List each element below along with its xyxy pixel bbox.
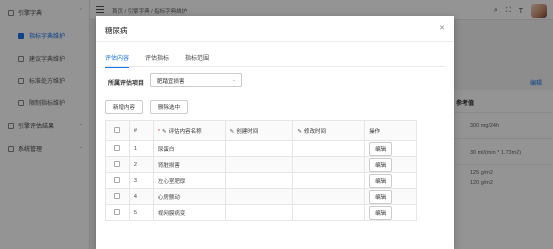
required-mark: *: [157, 128, 160, 135]
row-name[interactable]: 肾脏损害: [152, 156, 226, 173]
edit-button[interactable]: 编辑: [369, 173, 393, 188]
row-modified: [292, 172, 366, 189]
row-checkbox[interactable]: [114, 209, 121, 216]
row-action-cell: 编辑: [364, 188, 417, 205]
row-checkbox[interactable]: [114, 161, 121, 168]
col-modified-label: 修改时间: [304, 128, 327, 135]
row-created: [224, 156, 294, 173]
edit-button[interactable]: 编辑: [369, 157, 393, 172]
col-name[interactable]: * ✎ 评估内容名称: [152, 120, 226, 141]
dialog-header: 糖尿病 ✕: [96, 16, 454, 42]
row-modified: [292, 156, 366, 173]
select-value: 肥踏宜损害: [157, 79, 185, 85]
chevron-down-icon: ⌄: [231, 77, 236, 83]
row-action-cell: 编辑: [364, 140, 417, 157]
col-index: #: [128, 120, 154, 141]
filter-label: 所属评估项目: [108, 81, 145, 87]
row-select-cell: [105, 140, 130, 157]
row-select-cell: [105, 172, 130, 189]
row-modified: [292, 188, 366, 205]
row-name[interactable]: 视网膜病变: [152, 204, 226, 221]
add-content-button[interactable]: 新增内容: [105, 100, 143, 114]
row-checkbox[interactable]: [114, 177, 121, 184]
row-name[interactable]: 心房颤动: [152, 188, 226, 205]
row-select-cell: [105, 188, 130, 205]
row-select-cell: [105, 156, 130, 173]
table-row: 4 心房颤动 编辑: [105, 188, 417, 205]
edit-button[interactable]: 编辑: [369, 205, 393, 220]
row-index: 4: [128, 188, 154, 205]
delete-selected-button[interactable]: 删除选中: [150, 100, 188, 114]
row-created: [224, 188, 294, 205]
row-action-cell: 编辑: [364, 204, 417, 221]
row-index: 5: [128, 204, 154, 221]
eval-project-select[interactable]: 肥踏宜损害 ⌄: [150, 73, 242, 87]
row-index: 2: [128, 156, 154, 173]
row-select-cell: [105, 204, 130, 221]
col-name-label: 评估内容名称: [168, 128, 202, 135]
divider: [105, 66, 445, 67]
row-index: 3: [128, 172, 154, 189]
row-name[interactable]: 尿蛋白: [152, 140, 226, 157]
col-created-label: 创建时间: [236, 128, 259, 135]
content-table: # * ✎ 评估内容名称 ✎ 创建时间 ✎ 修改时间 操作 1 尿蛋白 编辑 2 肾脏损…: [105, 120, 417, 221]
col-modified[interactable]: ✎ 修改时间: [292, 120, 366, 141]
row-modified: [292, 204, 366, 221]
row-action-cell: 编辑: [364, 172, 417, 189]
table-header-row: # * ✎ 评估内容名称 ✎ 创建时间 ✎ 修改时间 操作: [105, 120, 417, 141]
row-index: 1: [128, 140, 154, 157]
row-action-cell: 编辑: [364, 156, 417, 173]
close-icon[interactable]: ✕: [439, 24, 445, 32]
dialog: 糖尿病 ✕ 评估内容 评估指标 指标范围 所属评估项目 肥踏宜损害 ⌄ 新增内容…: [96, 16, 454, 249]
row-checkbox[interactable]: [114, 145, 121, 152]
table-row: 5 视网膜病变 编辑: [105, 204, 417, 221]
row-modified: [292, 140, 366, 157]
select-all-cell: [105, 120, 130, 141]
edit-button[interactable]: 编辑: [369, 189, 393, 204]
dialog-title: 糖尿病: [105, 26, 128, 35]
select-all-checkbox[interactable]: [114, 127, 121, 134]
table-row: 2 肾脏损害 编辑: [105, 156, 417, 173]
row-created: [224, 140, 294, 157]
col-created[interactable]: ✎ 创建时间: [224, 120, 294, 141]
row-name[interactable]: 左心室肥厚: [152, 172, 226, 189]
edit-icon: ✎: [161, 128, 167, 135]
row-checkbox[interactable]: [114, 193, 121, 200]
edit-button[interactable]: 编辑: [369, 141, 393, 156]
col-action: 操作: [364, 120, 417, 141]
row-created: [224, 172, 294, 189]
table-row: 3 左心室肥厚 编辑: [105, 172, 417, 189]
table-row: 1 尿蛋白 编辑: [105, 140, 417, 157]
edit-icon: ✎: [229, 128, 235, 135]
row-created: [224, 204, 294, 221]
edit-icon: ✎: [297, 128, 303, 135]
